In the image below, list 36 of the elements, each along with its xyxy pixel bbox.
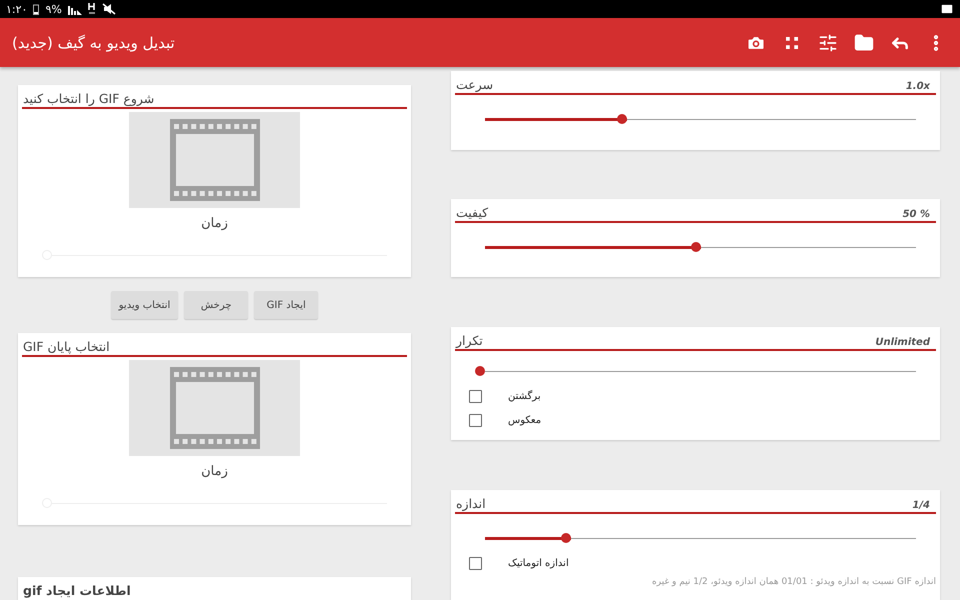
action-button[interactable]: انتخاب ویدیو	[110, 291, 178, 319]
time-label: زمان	[201, 216, 228, 231]
card-title: انتخاب پایان GIF	[23, 339, 110, 354]
action-button[interactable]: ایجاد GIF	[254, 291, 318, 319]
slider-thumb[interactable]	[617, 114, 628, 124]
setting-title: تکرار	[456, 333, 483, 348]
card-title: اطلاعات ایجاد gif	[23, 583, 131, 598]
clock: ۱:۲۰	[6, 2, 28, 16]
signal-icon	[68, 4, 82, 14]
hint-text: اندازه GIF نسبت به اندازه ویدئو : 01/01 همان اندازه ویدئو، 1/2 نیم و غیره	[651, 577, 936, 587]
setting-title: اندازه	[456, 496, 486, 511]
setting-value: Unlimited	[875, 337, 930, 348]
film-icon	[170, 119, 260, 201]
slider-thumb[interactable]	[561, 533, 572, 543]
data-icon	[88, 3, 96, 15]
checkbox[interactable]	[469, 390, 482, 402]
film-icon	[170, 367, 260, 449]
setting-title: سرعت	[456, 77, 494, 92]
card-title: شروع GIF را انتخاب کنید	[23, 91, 154, 106]
checkbox[interactable]	[469, 414, 482, 426]
action-button[interactable]: چرخش	[184, 291, 248, 319]
setting-value: 1/4	[912, 500, 930, 511]
setting-value: 1.0x	[906, 81, 930, 92]
mute-icon	[102, 3, 116, 15]
slider-thumb[interactable]	[690, 242, 700, 252]
battery-level: ۹%	[45, 2, 62, 16]
slider-thumb[interactable]	[475, 366, 485, 376]
checkbox[interactable]	[469, 556, 482, 570]
battery-icon	[33, 4, 40, 14]
setting-title: کیفیت	[456, 205, 488, 220]
app-title: تبدیل ویدیو به گیف (جدید)	[12, 34, 175, 52]
time-label: زمان	[201, 464, 228, 479]
option-label: اندازه اتوماتیک	[508, 558, 569, 568]
option-label: برگشتن	[508, 390, 541, 402]
setting-value: 50 %	[902, 209, 930, 220]
option-label: معکوس	[508, 414, 542, 426]
